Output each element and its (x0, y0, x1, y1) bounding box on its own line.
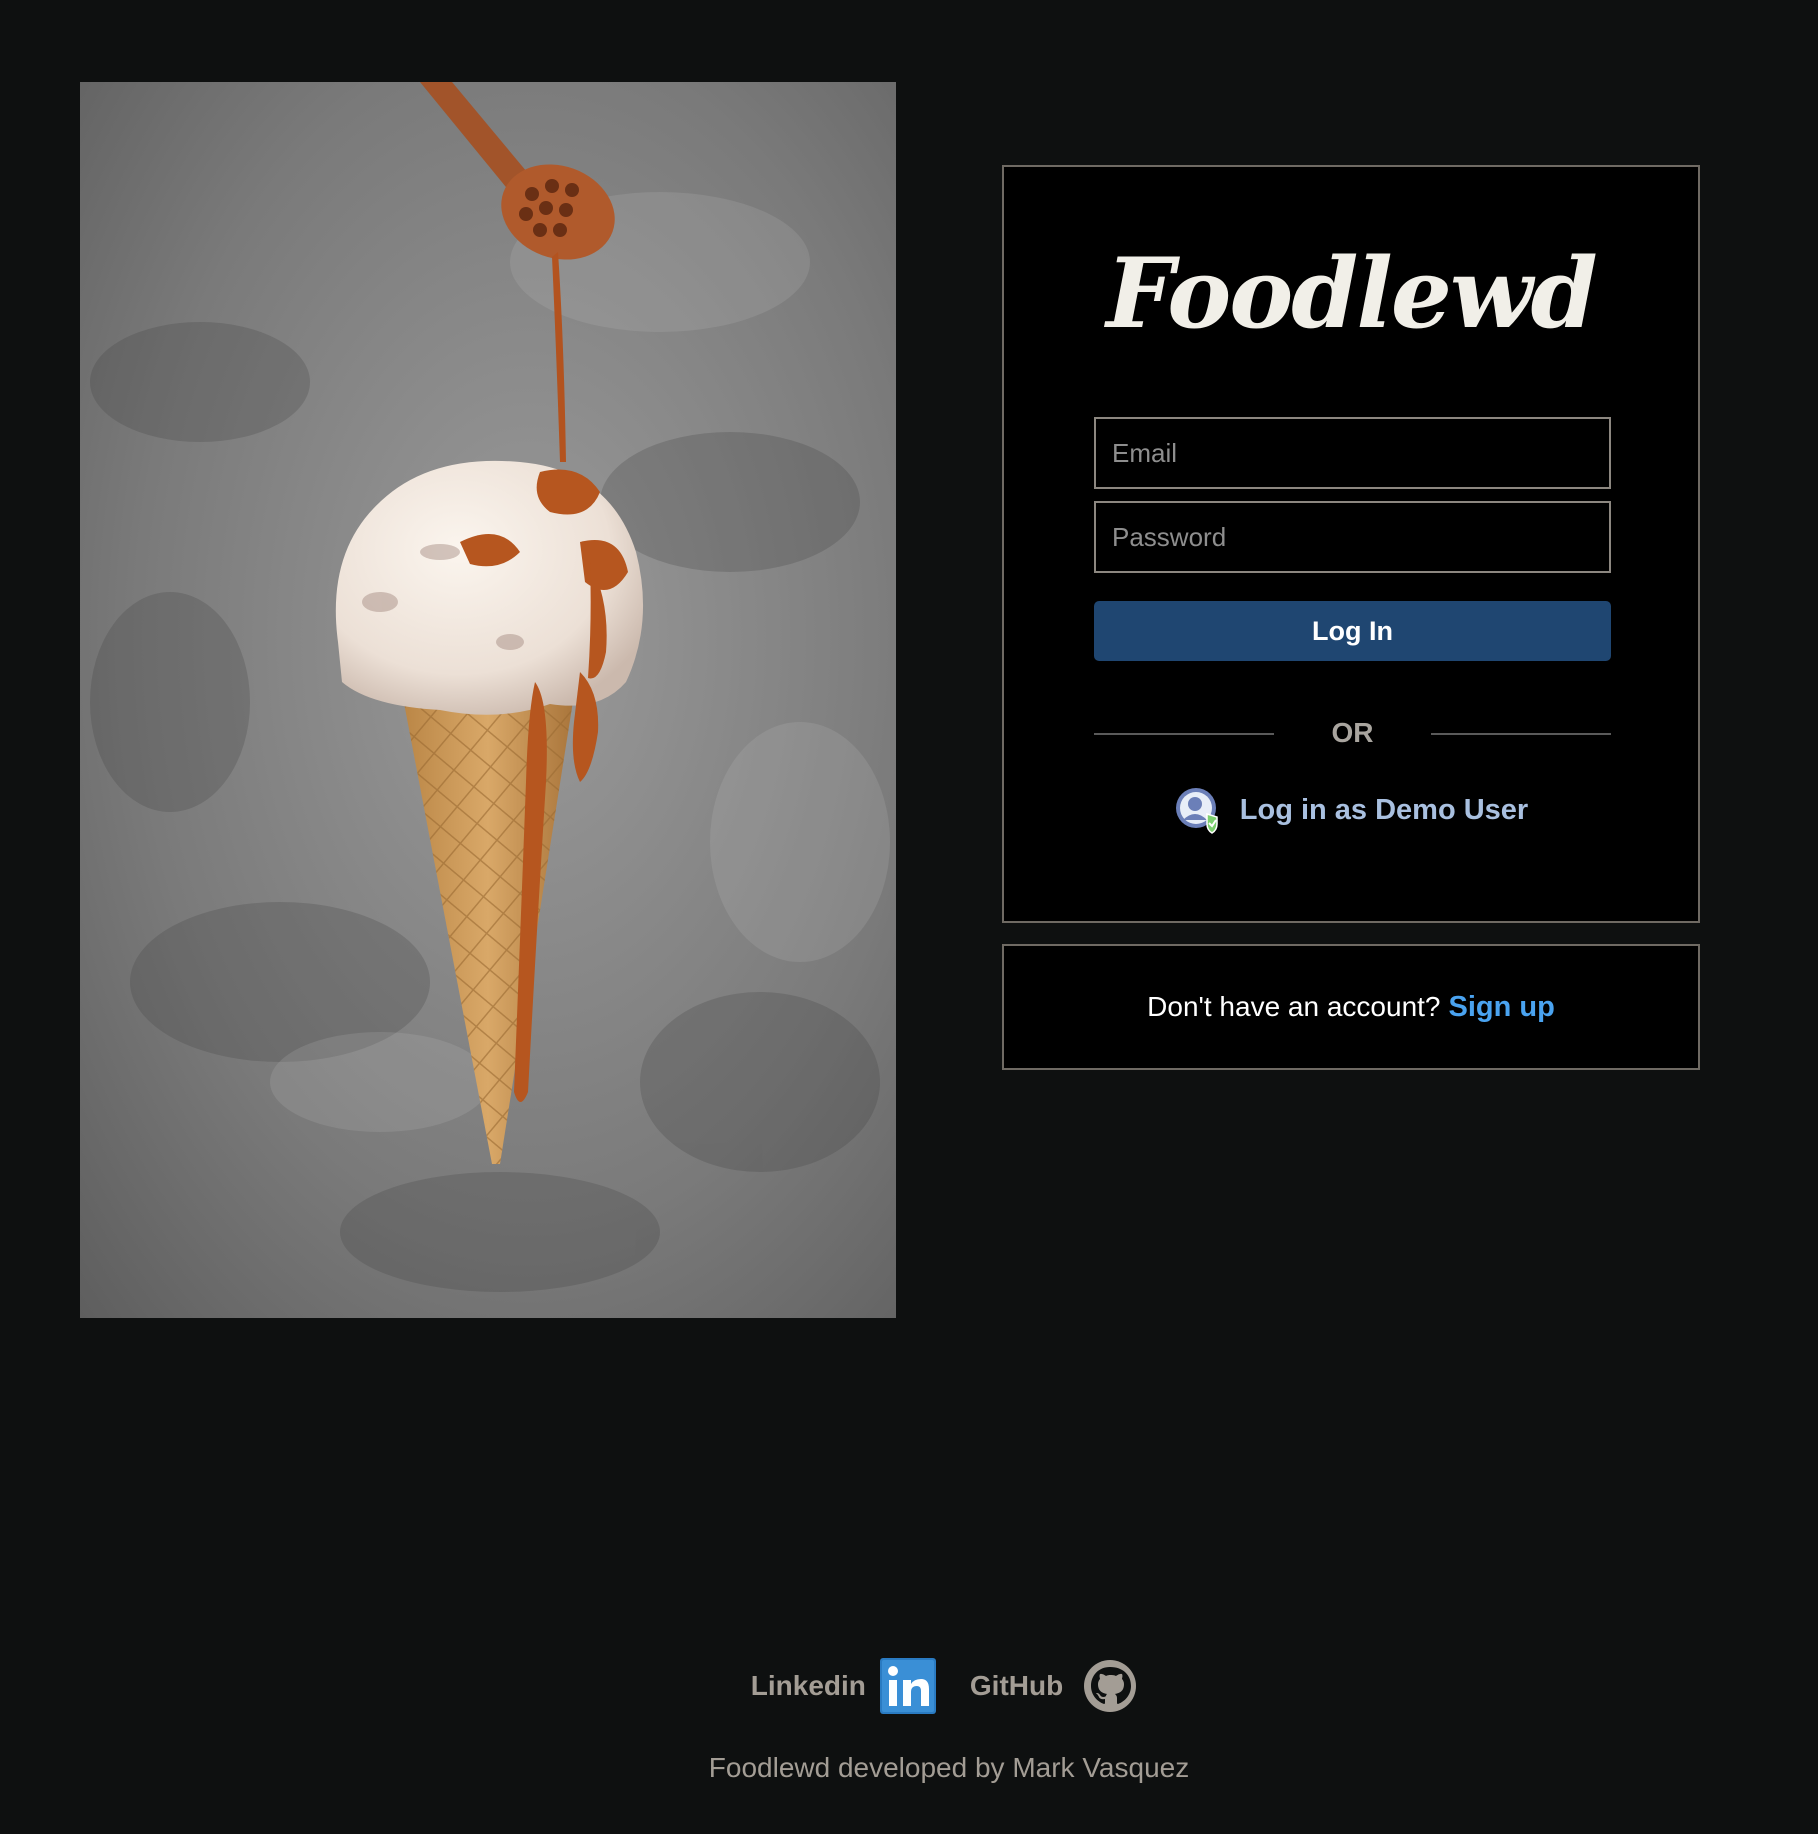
footer-links: Linkedin GitHub (0, 1656, 1818, 1716)
user-shield-icon (1174, 786, 1222, 834)
login-card: Foodlewd Log In OR Log in as Demo User (1002, 165, 1700, 923)
hero-image (80, 82, 896, 1318)
signup-link[interactable]: Sign up (1449, 991, 1555, 1024)
signup-prompt: Don't have an account? (1147, 991, 1441, 1022)
divider-line-right (1431, 733, 1611, 735)
signup-card: Don't have an account? Sign up (1002, 944, 1700, 1070)
email-input[interactable] (1094, 417, 1611, 489)
github-icon[interactable] (1083, 1659, 1137, 1713)
demo-login-label: Log in as Demo User (1239, 793, 1529, 826)
linkedin-icon[interactable] (879, 1658, 936, 1714)
github-link[interactable]: GitHub (970, 1670, 1063, 1702)
ice-cream-illustration (80, 82, 896, 1318)
linkedin-link[interactable]: Linkedin (751, 1670, 866, 1702)
password-input[interactable] (1094, 501, 1611, 573)
login-button[interactable]: Log In (1094, 601, 1611, 661)
app-logo: Foodlewd (1106, 237, 1597, 350)
or-divider: OR (1094, 715, 1611, 751)
footer-credit: Foodlewd developed by Mark Vasquez (708, 1752, 1190, 1783)
demo-login-link[interactable]: Log in as Demo User (1004, 785, 1698, 835)
